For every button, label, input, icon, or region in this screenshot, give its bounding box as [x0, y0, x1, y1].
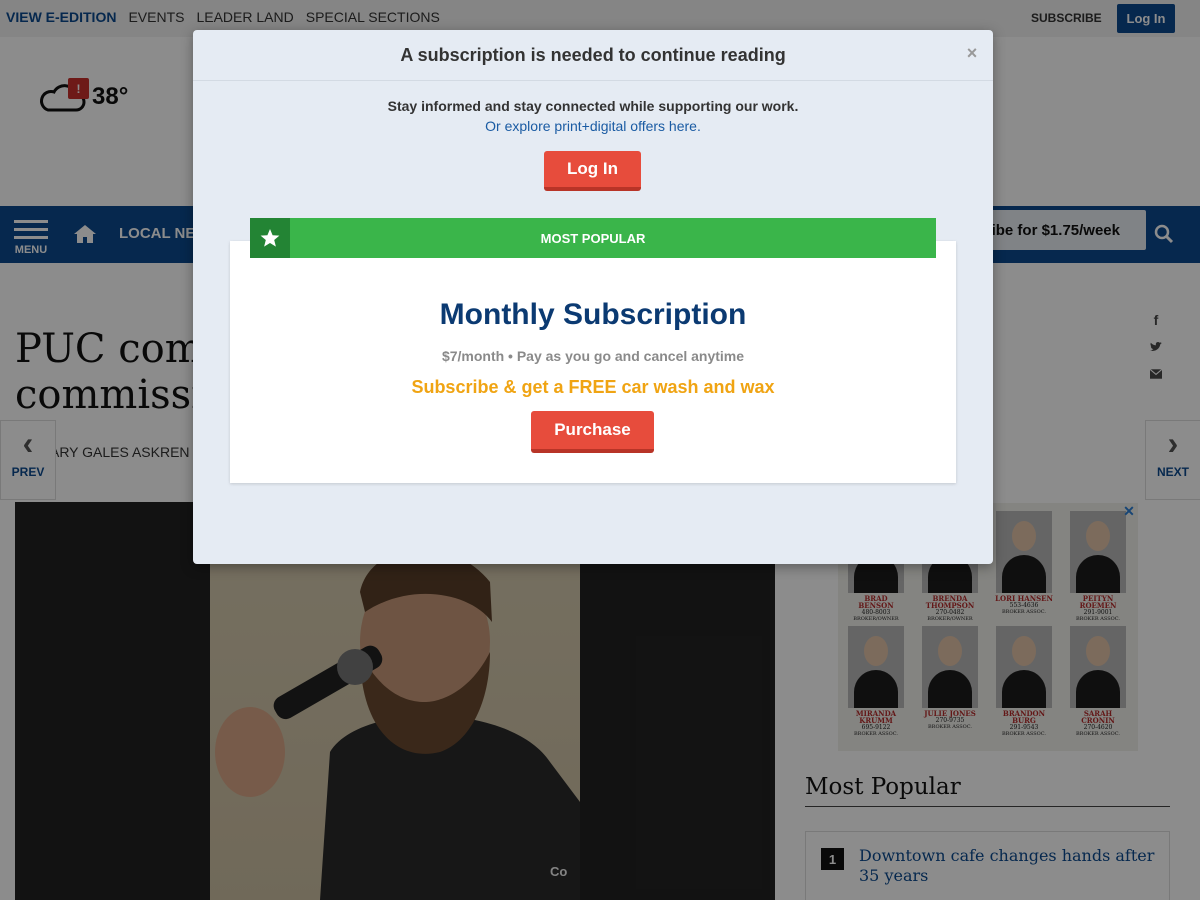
star-icon	[250, 218, 290, 258]
modal-login-button[interactable]: Log In	[544, 151, 641, 191]
plan-offer: Subscribe & get a FREE car wash and wax	[411, 377, 775, 397]
offers-link[interactable]: Or explore print+digital offers here.	[193, 118, 993, 134]
purchase-button[interactable]: Purchase	[531, 411, 654, 453]
modal-title: A subscription is needed to continue rea…	[193, 30, 993, 81]
subscription-modal: A subscription is needed to continue rea…	[193, 30, 993, 564]
plan-description: $7/month • Pay as you go and cancel anyt…	[441, 348, 745, 364]
most-popular-ribbon: MOST POPULAR	[250, 218, 936, 258]
close-icon[interactable]: ×	[965, 44, 979, 62]
plan-title: Monthly Subscription	[439, 298, 747, 331]
ribbon-label: MOST POPULAR	[540, 230, 646, 246]
modal-message: Stay informed and stay connected while s…	[387, 98, 799, 114]
